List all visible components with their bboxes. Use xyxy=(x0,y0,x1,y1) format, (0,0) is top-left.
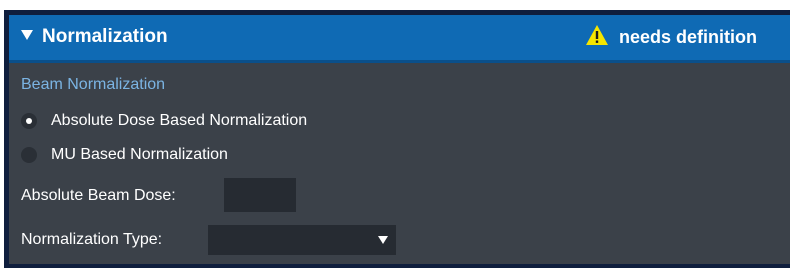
normalization-panel: Normalization needs definition Beam Norm… xyxy=(9,15,790,264)
panel-header[interactable]: Normalization needs definition xyxy=(9,15,790,63)
radio-button[interactable] xyxy=(21,147,37,163)
beam-normalization-label: Beam Normalization xyxy=(21,76,166,93)
normalization-type-label: Normalization Type: xyxy=(21,231,163,248)
status-text: needs definition xyxy=(619,27,758,47)
radio-label: MU Based Normalization xyxy=(51,146,228,163)
radio-button-selected[interactable] xyxy=(21,113,37,129)
radio-label: Absolute Dose Based Normalization xyxy=(51,112,308,129)
radio-absolute-dose[interactable]: Absolute Dose Based Normalization xyxy=(21,111,307,131)
normalization-panel-frame: Normalization needs definition Beam Norm… xyxy=(4,10,790,268)
panel-title: Normalization xyxy=(42,26,168,47)
radio-mu-based[interactable]: MU Based Normalization xyxy=(21,145,228,165)
normalization-type-select[interactable] xyxy=(208,225,396,255)
absolute-beam-dose-input[interactable] xyxy=(224,178,296,212)
absolute-beam-dose-label: Absolute Beam Dose: xyxy=(21,187,176,204)
triangle-down-icon[interactable] xyxy=(20,28,34,42)
chevron-down-icon[interactable] xyxy=(378,235,388,245)
warning-icon xyxy=(586,25,608,45)
